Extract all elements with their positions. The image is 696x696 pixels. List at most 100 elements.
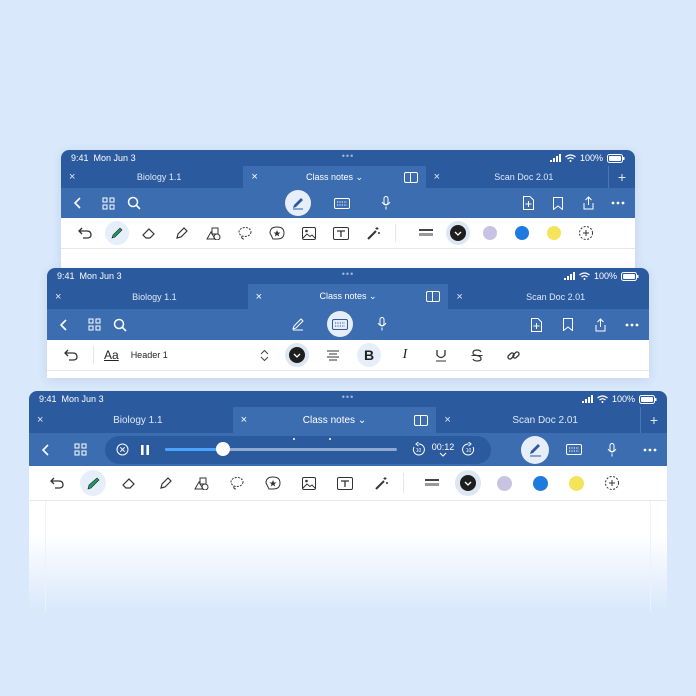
- tab-class-notes[interactable]: × Class notes ⌄: [247, 284, 449, 309]
- split-view-icon[interactable]: [414, 414, 429, 426]
- close-icon[interactable]: ×: [69, 171, 83, 183]
- shapes-icon[interactable]: [197, 218, 229, 248]
- color-blue[interactable]: [506, 218, 538, 248]
- italic-icon[interactable]: I: [389, 340, 421, 370]
- tab-biology[interactable]: × Biology 1.1: [61, 166, 243, 188]
- keyboard-icon[interactable]: [561, 437, 587, 463]
- image-icon[interactable]: [293, 218, 325, 248]
- eraser-icon[interactable]: [111, 468, 147, 498]
- color-yellow[interactable]: [538, 218, 570, 248]
- share-icon[interactable]: [587, 312, 613, 338]
- bookmark-icon[interactable]: [555, 312, 581, 338]
- new-tab-button[interactable]: +: [640, 407, 667, 433]
- close-icon[interactable]: ×: [251, 171, 265, 183]
- more-icon[interactable]: [619, 312, 645, 338]
- microphone-icon[interactable]: [373, 190, 399, 216]
- pause-icon[interactable]: [133, 437, 157, 463]
- underline-icon[interactable]: [425, 340, 457, 370]
- stroke-width-icon[interactable]: [414, 468, 450, 498]
- add-color-icon[interactable]: [570, 218, 602, 248]
- highlighter-icon[interactable]: [165, 218, 197, 248]
- keyboard-mode-button[interactable]: [327, 311, 353, 337]
- audio-scrubber[interactable]: [216, 442, 230, 456]
- microphone-icon[interactable]: [369, 311, 395, 337]
- add-color-icon[interactable]: [594, 468, 630, 498]
- keyboard-icon[interactable]: [329, 190, 355, 216]
- tab-biology[interactable]: × Biology 1.1: [29, 407, 233, 433]
- skip-forward-icon[interactable]: 10: [457, 437, 479, 463]
- bookmark-icon[interactable]: [545, 190, 571, 216]
- multitask-dots[interactable]: •••: [342, 270, 354, 279]
- undo-icon[interactable]: [39, 468, 75, 498]
- sticker-icon[interactable]: [261, 218, 293, 248]
- pen-tool-icon[interactable]: [101, 218, 133, 248]
- grid-icon[interactable]: [67, 437, 93, 463]
- close-icon[interactable]: ×: [241, 414, 255, 426]
- back-icon[interactable]: [51, 312, 77, 338]
- close-icon[interactable]: ×: [444, 414, 458, 426]
- stroke-width-icon[interactable]: [410, 218, 442, 248]
- close-icon[interactable]: ×: [37, 414, 51, 426]
- back-icon[interactable]: [65, 190, 91, 216]
- tab-scan-doc[interactable]: × Scan Doc 2.01: [448, 284, 649, 309]
- pen-mode-button[interactable]: [285, 190, 311, 216]
- add-page-icon[interactable]: [515, 190, 541, 216]
- audio-progress-track[interactable]: [165, 438, 397, 456]
- close-icon[interactable]: ×: [456, 291, 470, 303]
- color-blue[interactable]: [522, 468, 558, 498]
- bold-icon[interactable]: B: [353, 340, 385, 370]
- pen-tool-icon[interactable]: [75, 468, 111, 498]
- undo-icon[interactable]: [55, 340, 87, 370]
- magic-wand-icon[interactable]: [357, 218, 389, 248]
- magic-wand-icon[interactable]: [363, 468, 399, 498]
- back-icon[interactable]: [33, 437, 59, 463]
- more-icon[interactable]: [637, 437, 663, 463]
- close-icon[interactable]: ×: [256, 291, 270, 303]
- audio-time[interactable]: 00:12: [429, 442, 457, 457]
- highlighter-icon[interactable]: [147, 468, 183, 498]
- sticker-icon[interactable]: [255, 468, 291, 498]
- share-icon[interactable]: [575, 190, 601, 216]
- color-black-selected[interactable]: [442, 218, 474, 248]
- pen-mode-icon[interactable]: [285, 311, 311, 337]
- shapes-icon[interactable]: [183, 468, 219, 498]
- close-icon[interactable]: ×: [55, 291, 69, 303]
- pen-mode-button[interactable]: [521, 435, 549, 464]
- note-canvas[interactable]: [45, 501, 651, 611]
- image-icon[interactable]: [291, 468, 327, 498]
- skip-back-icon[interactable]: 10: [407, 437, 429, 463]
- new-tab-button[interactable]: +: [607, 166, 635, 188]
- search-icon[interactable]: [121, 190, 147, 216]
- tab-scan-doc[interactable]: × Scan Doc 2.01: [436, 407, 640, 433]
- search-icon[interactable]: [107, 312, 133, 338]
- close-icon[interactable]: ×: [434, 171, 448, 183]
- lasso-icon[interactable]: [229, 218, 261, 248]
- color-lavender[interactable]: [474, 218, 506, 248]
- link-icon[interactable]: [497, 340, 529, 370]
- split-view-icon[interactable]: [403, 171, 418, 183]
- split-view-icon[interactable]: [426, 291, 441, 302]
- color-black-selected[interactable]: [450, 468, 486, 498]
- strikethrough-icon[interactable]: [461, 340, 493, 370]
- grid-icon[interactable]: [95, 190, 121, 216]
- color-yellow[interactable]: [558, 468, 594, 498]
- align-center-icon[interactable]: [317, 340, 349, 370]
- multitask-dots[interactable]: •••: [342, 152, 354, 161]
- grid-icon[interactable]: [81, 312, 107, 338]
- microphone-icon[interactable]: [599, 437, 625, 463]
- text-style-picker[interactable]: Aa Header 1: [104, 348, 269, 362]
- text-box-icon[interactable]: [325, 218, 357, 248]
- tab-class-notes[interactable]: × Class notes ⌄: [232, 407, 437, 433]
- color-lavender[interactable]: [486, 468, 522, 498]
- tab-scan-doc[interactable]: × Scan Doc 2.01: [426, 166, 608, 188]
- add-page-icon[interactable]: [523, 312, 549, 338]
- text-box-icon[interactable]: [327, 468, 363, 498]
- color-black-selected[interactable]: [281, 340, 313, 370]
- multitask-dots[interactable]: •••: [342, 393, 354, 402]
- tab-class-notes[interactable]: × Class notes ⌄: [243, 166, 426, 188]
- more-icon[interactable]: [605, 190, 631, 216]
- lasso-icon[interactable]: [219, 468, 255, 498]
- undo-icon[interactable]: [69, 218, 101, 248]
- eraser-icon[interactable]: [133, 218, 165, 248]
- close-player-icon[interactable]: [111, 437, 133, 463]
